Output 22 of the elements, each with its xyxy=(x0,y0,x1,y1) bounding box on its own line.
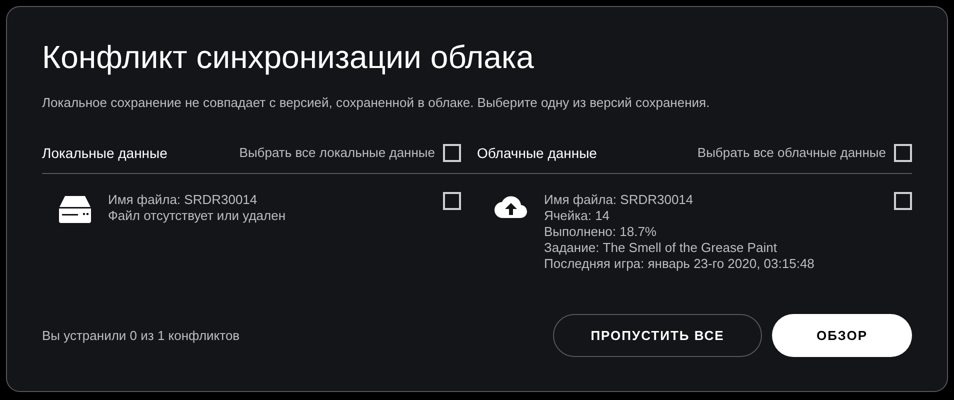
save-detail: Имя файла: SRDR30014 xyxy=(108,192,258,208)
save-detail: Ячейка: 14 xyxy=(544,208,611,224)
status-text: Вы устранили 0 из 1 конфликтов xyxy=(42,326,241,345)
checkbox[interactable] xyxy=(443,192,461,210)
save-detail: Последняя игра: январь 23-го 2020, 03:15:48 xyxy=(544,256,816,272)
checkbox[interactable] xyxy=(894,192,912,210)
checkbox[interactable] xyxy=(894,144,912,162)
column-heading: Локальные данные xyxy=(42,144,168,163)
dialog-message: Локальное сохранение не совпадает с версией, сохраненной в облаке. Выберите одну из версий сохранения. xyxy=(42,94,711,112)
checkbox[interactable] xyxy=(443,144,461,162)
hard-drive-icon xyxy=(58,194,92,222)
save-detail: Файл отсутствует или удален xyxy=(108,208,287,224)
select-all-label: Выбрать все облачные данные xyxy=(697,144,886,162)
dialog-title: Конфликт синхронизации облака xyxy=(42,38,535,77)
skip-all-button[interactable]: ПРОПУСТИТЬ ВСЕ xyxy=(553,314,762,357)
column-heading: Облачные данные xyxy=(477,144,598,163)
save-detail: Задание: The Smell of the Grease Paint xyxy=(544,240,778,256)
review-button[interactable]: ОБЗОР xyxy=(772,314,912,357)
save-detail: Выполнено: 18.7% xyxy=(544,224,658,240)
cloud-upload-icon xyxy=(494,194,528,218)
select-all-label: Выбрать все локальные данные xyxy=(239,144,435,162)
save-detail: Имя файла: SRDR30014 xyxy=(544,192,694,208)
